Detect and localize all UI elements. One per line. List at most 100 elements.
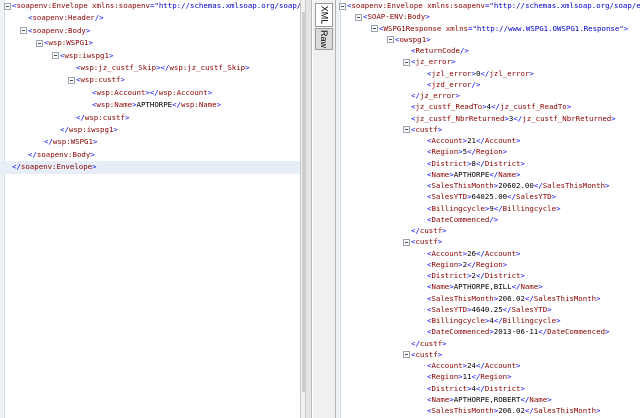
xml-tag-name: SOAP-ENV:Body (367, 12, 426, 22)
collapse-node-icon[interactable] (52, 52, 59, 60)
collapse-node-icon[interactable] (403, 238, 410, 246)
xml-tag-name: DateCommenced (431, 214, 490, 224)
xml-punct: > (451, 57, 456, 67)
xml-line[interactable]: <wsp:Name>APTHORPE</wsp:Name> (0, 99, 300, 111)
xml-line[interactable]: <wsp:custf> (0, 74, 300, 86)
xml-tag-name: soapenv:Envelope (16, 1, 88, 10)
xml-tag-name: jz_custf_NbrReturned (522, 113, 612, 123)
xml-punct: > (113, 125, 118, 134)
tab-raw-label: Raw (319, 29, 330, 49)
xml-punct: </ (411, 338, 420, 348)
xml-line-text: </soapenv:Body> (28, 149, 95, 161)
xml-line-text: <wsp:Account></wsp:Account> (92, 87, 212, 99)
collapse-node-icon[interactable] (403, 126, 410, 134)
collapse-node-icon[interactable] (403, 351, 410, 359)
xml-tag-name: jzd_error (431, 79, 472, 89)
xml-text-value: 206.02 (498, 293, 525, 303)
xml-line-text: </wsp:iwspg1> (60, 124, 118, 136)
xml-tag-name: District (484, 271, 521, 280)
xml-punct: </ (507, 192, 517, 202)
xml-line[interactable]: <wsp:WSPG1> (0, 37, 300, 49)
xml-tag-name: wsp:custf (80, 75, 121, 85)
xml-line-text: <wsp:iwspg1> (60, 50, 113, 62)
xml-line[interactable]: <soapenv:Envelope xmlns:soapenv="http://… (0, 0, 300, 12)
xml-tag-name: Region (475, 147, 503, 157)
xml-tag-name: SalesThisMonth (431, 293, 494, 303)
collapse-node-icon[interactable] (371, 25, 378, 32)
xml-attr-value: "http://schemas.xmlsoap.org/soap/envelop… (489, 1, 640, 10)
xml-punct: > (425, 12, 430, 22)
collapse-node-icon[interactable] (355, 13, 362, 21)
left-scroll-thumb[interactable] (302, 12, 305, 392)
xml-punct: > (88, 38, 93, 48)
xml-line[interactable]: </wsp:WSPG1> (0, 136, 300, 148)
xml-tag-name: wsp:Name (96, 100, 133, 110)
collapse-node-icon[interactable] (36, 39, 43, 47)
xml-line-text: <SalesThisMonth>206.02</SalesThisMonth> (427, 405, 601, 417)
xml-tag-name: SalesThisMonth (533, 406, 597, 415)
xml-punct: </ (491, 102, 501, 112)
xml-tag-name: soapenv:Envelope (351, 1, 423, 10)
collapse-node-icon[interactable] (4, 2, 11, 10)
xml-tag-name: DateCommenced (547, 327, 606, 337)
xml-text-value: APTHORPE (453, 169, 490, 179)
xml-line[interactable]: <wsp:iwspg1> (0, 50, 300, 62)
xml-line[interactable]: </soapenv:Body> (0, 149, 300, 161)
xml-punct: </ (493, 316, 503, 325)
xml-tag-name: Account (431, 361, 463, 370)
collapse-node-icon[interactable] (68, 76, 75, 84)
xml-line[interactable]: <soapenv:Body> (0, 25, 300, 37)
collapse-node-icon[interactable] (403, 58, 410, 66)
xml-punct: </ (475, 271, 485, 280)
xml-punct: > (92, 137, 98, 147)
xml-punct: > (245, 63, 250, 72)
pane-splitter[interactable] (306, 0, 312, 418)
xml-tag-name: custf (419, 338, 443, 348)
xml-tag-name: District (484, 158, 521, 168)
xml-line[interactable]: </wsp:custf> (0, 112, 300, 124)
xml-tag-name: wsp:Name (181, 100, 217, 110)
xml-punct: > (516, 169, 521, 179)
collapse-node-icon[interactable] (20, 27, 27, 35)
xml-punct: </ (513, 113, 523, 123)
request-xml-pane[interactable]: <soapenv:Envelope xmlns:soapenv="http://… (0, 0, 300, 418)
xml-line-text: <soapenv:Envelope xmlns:soapenv="http://… (12, 0, 300, 12)
xml-punct: > (216, 100, 222, 110)
xml-line[interactable]: </soapenv:Envelope> (0, 161, 300, 174)
xml-tag-name: wsp:Account (158, 87, 208, 97)
tab-xml[interactable]: XML (315, 3, 333, 27)
xml-text-value: 64025.00 (471, 192, 508, 202)
xml-text-value: 24 (467, 361, 476, 370)
tab-raw[interactable]: Raw (315, 28, 333, 50)
xml-punct: > (596, 406, 601, 415)
xml-tag-name: DateCommenced (431, 327, 490, 337)
xml-punct: > (566, 102, 572, 112)
xml-tag-name: District (431, 271, 468, 280)
xml-tag-name: custf (415, 349, 438, 359)
xml-line-text: </wsp:custf> (76, 112, 129, 124)
xml-text-value: APTHORPE (136, 100, 173, 110)
xml-punct: > (516, 361, 521, 370)
xml-line[interactable]: <soapenv:Header/> (0, 12, 300, 24)
xml-punct: > (529, 68, 534, 78)
collapse-node-icon[interactable] (387, 36, 394, 44)
xml-line[interactable]: <wsp:jz_custf_Skip></wsp:jz_custf_Skip> (0, 62, 300, 74)
xml-punct: > (547, 394, 552, 404)
xml-line[interactable]: <wsp:Account></wsp:Account> (0, 87, 300, 99)
xml-punct: </ (480, 68, 490, 78)
collapse-node-icon[interactable] (339, 2, 346, 10)
xml-punct: > (611, 113, 616, 123)
xml-punct: > (556, 203, 561, 213)
response-xml-pane[interactable]: <soapenv:Envelope xmlns:soapenv="http://… (336, 0, 640, 418)
xml-line[interactable]: <SalesThisMonth>206.02</SalesThisMonth> (336, 405, 640, 417)
xml-punct: > (124, 112, 130, 122)
xml-line[interactable]: </wsp:iwspg1> (0, 124, 300, 136)
xml-tag-name: jzl_error (431, 68, 472, 78)
xml-tag-name: jzl_error (489, 68, 530, 78)
xml-tag-name: Region (475, 259, 503, 269)
xml-punct: > (120, 75, 125, 85)
xml-punct: > (85, 25, 91, 35)
xml-punct: > (520, 158, 525, 168)
xml-punct: > (108, 50, 114, 60)
xml-tag-name: SalesThisMonth (542, 181, 606, 190)
